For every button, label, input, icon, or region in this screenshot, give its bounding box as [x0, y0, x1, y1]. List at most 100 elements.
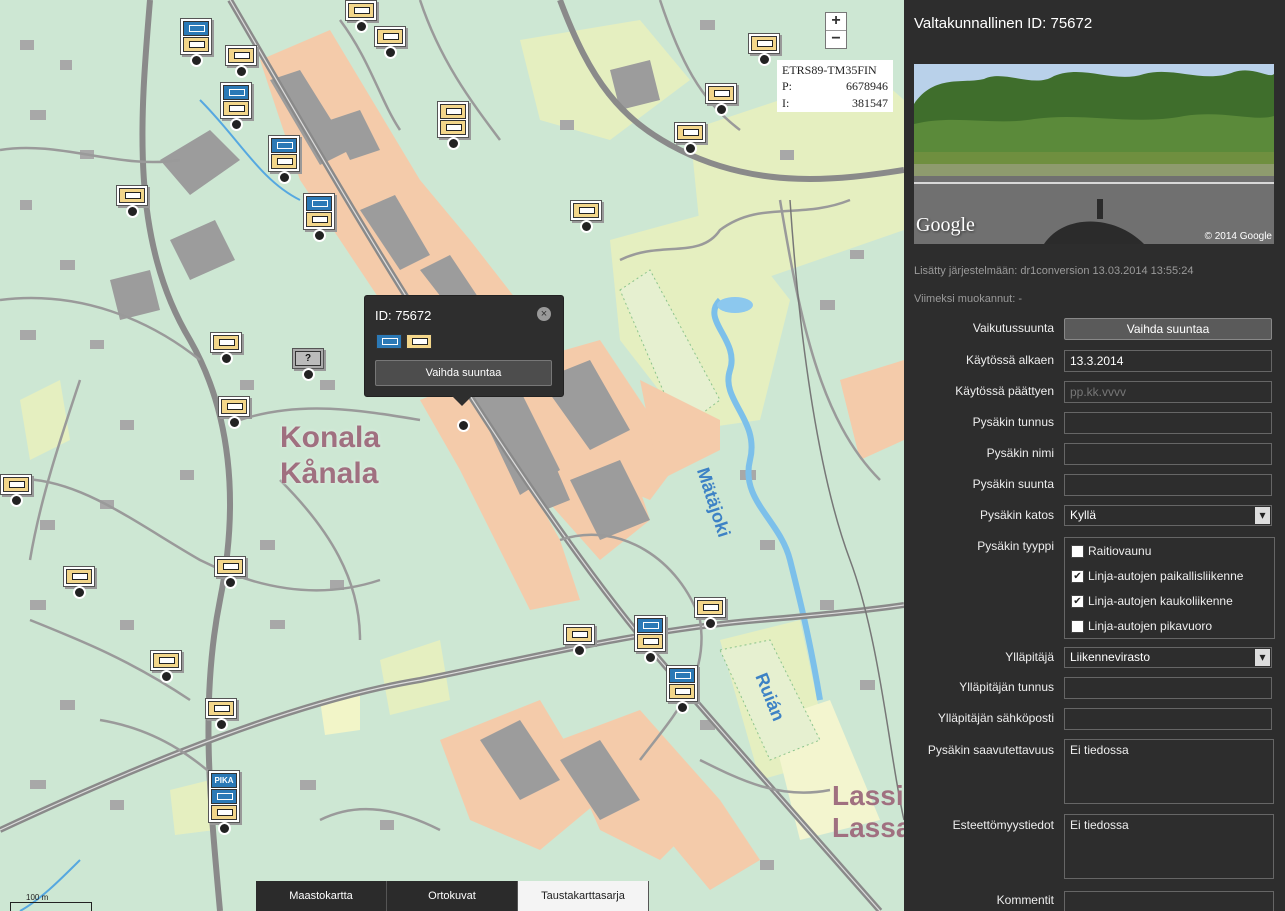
bus-stop-marker[interactable]	[570, 200, 602, 233]
checkbox-kaukoliikenne[interactable]: ✔ Linja-autojen kaukoliikenne	[1071, 594, 1233, 608]
stop-code-field[interactable]	[1064, 412, 1272, 434]
zoom-out-button[interactable]: −	[826, 30, 846, 48]
tab-taustakarttasarja[interactable]: Taustakarttasarja	[518, 881, 649, 911]
bus-long-distance-icon	[406, 334, 432, 349]
shelter-value: Kyllä	[1070, 508, 1097, 522]
stop-name-field[interactable]	[1064, 443, 1272, 465]
comments-textarea[interactable]	[1064, 891, 1274, 911]
accessibility-textarea[interactable]: Ei tiedossa	[1064, 739, 1274, 804]
bus-stop-marker[interactable]	[674, 122, 706, 155]
maintainer-select[interactable]: Liikennevirasto	[1064, 647, 1272, 668]
checkbox-box[interactable]	[1071, 619, 1084, 633]
bus-stop-marker[interactable]	[210, 332, 242, 365]
stop-type-label: Pysäkin tyyppi	[977, 539, 1054, 553]
bus-stop-marker[interactable]	[268, 135, 300, 184]
modified-info: Viimeksi muokannut: -	[914, 293, 1023, 305]
bus-local-icon	[669, 668, 695, 683]
checkbox-label: Linja-autojen pikavuoro	[1088, 619, 1213, 633]
stop-heading-field[interactable]	[1064, 474, 1272, 496]
bus-stop-marker[interactable]	[705, 83, 737, 116]
bus-long-distance-icon	[306, 212, 332, 227]
bus-stop-marker[interactable]	[303, 193, 335, 242]
checkbox-raitiovaunu[interactable]: Raitiovaunu	[1071, 544, 1151, 558]
end-date-field[interactable]: pp.kk.vvvv	[1064, 381, 1272, 403]
bus-long-distance-icon	[440, 104, 466, 119]
bus-stop-marker[interactable]	[563, 624, 595, 657]
street-view-image[interactable]: Google © 2014 Google	[914, 64, 1274, 244]
shelter-select[interactable]: Kyllä	[1064, 505, 1272, 526]
checkbox-box[interactable]	[1071, 544, 1084, 558]
bus-local-icon	[183, 21, 209, 36]
bus-stop-marker[interactable]	[666, 665, 698, 714]
bus-stop-marker[interactable]	[214, 556, 246, 589]
coordinate-readout: ETRS89-TM35FIN P: 6678946 I: 381547	[777, 60, 893, 112]
maintainer-label: Ylläpitäjä	[1005, 650, 1054, 664]
change-direction-button[interactable]: Vaihda suuntaa	[1064, 318, 1272, 340]
bus-long-distance-icon	[153, 653, 179, 668]
selected-stop-pin[interactable]	[457, 419, 470, 432]
accessibility-label: Pysäkin saavutettavuus	[927, 743, 1054, 757]
bus-stop-marker[interactable]	[225, 45, 257, 78]
bus-long-distance-icon	[573, 203, 599, 218]
bus-long-distance-icon	[566, 627, 592, 642]
bus-local-icon	[271, 138, 297, 153]
map-view[interactable]: ? PIKA Konala Kånala Lassi Lassa Mätäjoki …	[0, 0, 904, 911]
panel-title: Valtakunnallinen ID: 75672	[914, 15, 1093, 32]
bus-local-icon	[223, 85, 249, 100]
stop-code-label: Pysäkin tunnus	[972, 415, 1054, 429]
bus-stop-marker[interactable]	[437, 101, 469, 150]
bus-stop-marker[interactable]	[218, 396, 250, 429]
bus-long-distance-icon	[183, 37, 209, 52]
bus-local-icon	[306, 196, 332, 211]
zoom-in-button[interactable]: +	[826, 13, 846, 30]
bus-stop-marker[interactable]: PIKA	[208, 770, 240, 835]
checkbox-label: Raitiovaunu	[1088, 544, 1152, 558]
stop-heading-label: Pysäkin suunta	[972, 477, 1054, 491]
direction-label: Vaikutussuunta	[972, 321, 1054, 335]
bus-stop-marker[interactable]	[63, 566, 95, 599]
i-label: I:	[782, 96, 790, 110]
bus-long-distance-icon	[377, 29, 403, 44]
checkmark-icon[interactable]: ✔	[1071, 569, 1084, 583]
scale-label: 100 m	[26, 893, 49, 902]
bus-stop-marker[interactable]	[150, 650, 182, 683]
bus-stop-marker[interactable]	[694, 597, 726, 630]
bus-stop-marker[interactable]	[374, 26, 406, 59]
maintainer-email-field[interactable]	[1064, 708, 1272, 730]
bus-long-distance-icon	[119, 188, 145, 203]
popup-stop-types	[375, 333, 433, 350]
unknown-stop-marker[interactable]: ?	[292, 348, 324, 381]
bus-stop-marker[interactable]	[220, 82, 252, 131]
maintainer-email-label: Ylläpitäjän sähköposti	[937, 711, 1054, 725]
bus-stop-marker[interactable]	[180, 18, 212, 67]
bus-long-distance-icon	[271, 154, 297, 169]
bus-stop-marker[interactable]	[748, 33, 780, 66]
bus-long-distance-icon	[221, 399, 247, 414]
bus-stop-marker[interactable]	[205, 698, 237, 731]
bus-stop-marker[interactable]	[116, 185, 148, 218]
bus-long-distance-icon	[440, 120, 466, 135]
bus-long-distance-icon	[66, 569, 92, 584]
barrier-free-textarea[interactable]: Ei tiedossa	[1064, 814, 1274, 879]
checkbox-paikallisliikenne[interactable]: ✔ Linja-autojen paikallisliikenne	[1071, 569, 1243, 583]
barrier-free-label: Esteettömyystiedot	[952, 818, 1054, 832]
checkmark-icon[interactable]: ✔	[1071, 594, 1084, 608]
close-icon[interactable]: ×	[537, 307, 551, 321]
stop-type-group: Raitiovaunu ✔ Linja-autojen paikallisliik…	[1064, 537, 1275, 639]
coordinate-system: ETRS89-TM35FIN	[782, 63, 877, 77]
maintainer-code-field[interactable]	[1064, 677, 1272, 699]
basemap-tabs: Maastokartta Ortokuvat Taustakarttasarja	[256, 881, 649, 911]
bus-stop-marker[interactable]	[0, 474, 32, 507]
tab-ortokuvat[interactable]: Ortokuvat	[387, 881, 518, 911]
checkbox-pikavuoro[interactable]: Linja-autojen pikavuoro	[1071, 619, 1212, 633]
bus-stop-marker[interactable]	[634, 615, 666, 664]
popup-title: ID: 75672	[375, 308, 432, 323]
bus-long-distance-icon	[208, 701, 234, 716]
tab-maastokartta[interactable]: Maastokartta	[256, 881, 387, 911]
bus-stop-marker[interactable]	[345, 0, 377, 33]
place-label-right: Lassi Lassa	[832, 780, 904, 843]
bus-long-distance-icon	[223, 101, 249, 116]
google-logo: Google	[916, 214, 975, 236]
popup-change-direction-button[interactable]: Vaihda suuntaa	[375, 360, 552, 386]
start-date-field[interactable]: 13.3.2014	[1064, 350, 1272, 372]
